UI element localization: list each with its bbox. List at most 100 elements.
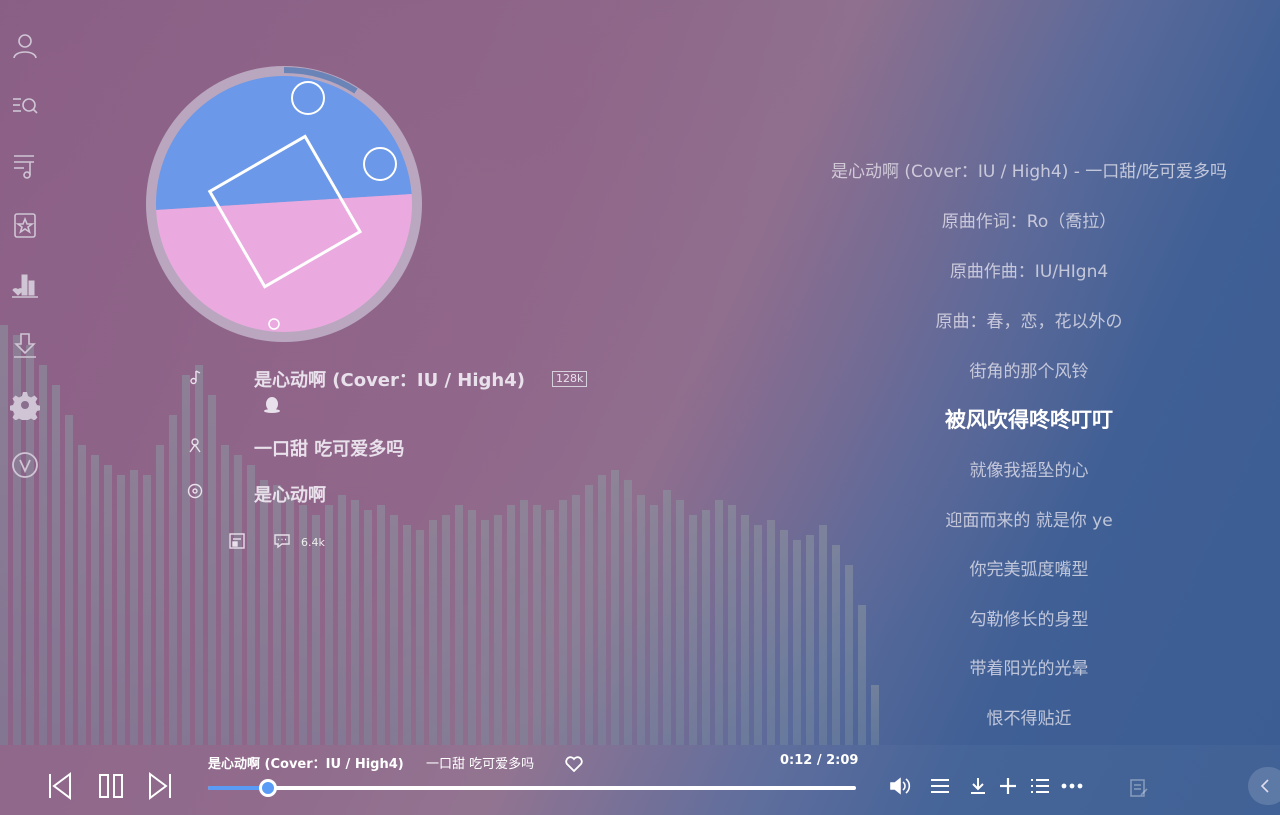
visualizer-bar [533, 505, 541, 745]
search-icon[interactable] [8, 88, 42, 122]
visualizer-bar [65, 415, 73, 745]
download-icon[interactable] [8, 328, 42, 362]
player-bar [0, 745, 1280, 815]
song-title: 是心动啊 (Cover：IU / High4) [254, 370, 525, 391]
lyrics-edit-icon[interactable] [1128, 777, 1150, 799]
vip-icon[interactable] [8, 448, 42, 482]
visualizer-bar [754, 525, 762, 745]
visualizer-bar [494, 515, 502, 745]
heart-icon[interactable] [564, 754, 584, 774]
chart-icon[interactable] [8, 268, 42, 302]
comment-count: 6.4k [301, 536, 325, 549]
lyric-line[interactable]: 勾勒修长的身型 [809, 605, 1249, 630]
cover-image-icon[interactable] [227, 531, 247, 551]
visualizer-bar [650, 505, 658, 745]
visualizer-bar [377, 505, 385, 745]
visualizer-bar [741, 515, 749, 745]
visualizer-bar [52, 385, 60, 745]
lyric-line[interactable]: 带着阳光的光晕 [809, 654, 1249, 679]
visualizer-bar [598, 475, 606, 745]
visualizer-bar [689, 515, 697, 745]
visualizer-bar [767, 520, 775, 745]
visualizer-bar [208, 395, 216, 745]
lyric-line-active[interactable]: 被风吹得咚咚叮叮 [809, 404, 1249, 434]
lyric-line[interactable]: 原曲作曲：IU/HIgn4 [809, 257, 1249, 282]
lyric-line[interactable]: 原曲作词：Ro（喬拉） [809, 207, 1249, 232]
download-song-icon[interactable] [966, 775, 990, 797]
playlist-menu-icon[interactable] [928, 775, 952, 797]
album-cover[interactable] [146, 66, 422, 342]
comment-icon[interactable] [272, 531, 292, 551]
visualizer-bar [247, 465, 255, 745]
album-name[interactable]: 是心动啊 [254, 481, 326, 507]
visualizer-bar [169, 415, 177, 745]
music-note-icon [186, 368, 204, 386]
visualizer-bar [611, 470, 619, 745]
chevron-left-icon [1260, 779, 1269, 793]
lyric-line[interactable]: 原曲：春，恋，花以外の [809, 307, 1249, 332]
now-playing-artist[interactable]: 一口甜 吃可爱多吗 [426, 753, 534, 772]
visualizer-bar [91, 455, 99, 745]
visualizer-bar [273, 485, 281, 745]
settings-icon[interactable] [8, 388, 42, 422]
visualizer-bar [780, 530, 788, 745]
visualizer-bar [221, 445, 229, 745]
artist-name[interactable]: 一口甜 吃可爱多吗 [254, 435, 404, 461]
song-title-row [186, 368, 204, 386]
user-icon[interactable] [8, 28, 42, 62]
visualizer-bar [130, 470, 138, 745]
visualizer-bar [182, 375, 190, 745]
visualizer-bar [104, 465, 112, 745]
visualizer-bar [260, 480, 268, 745]
visualizer-bar [663, 490, 671, 745]
visualizer-bar [468, 510, 476, 745]
visualizer-bar [325, 505, 333, 745]
visualizer-bar [728, 505, 736, 745]
album-disc-icon [186, 482, 204, 500]
progress-bar[interactable] [208, 779, 856, 797]
lyric-line[interactable]: 你完美弧度嘴型 [809, 555, 1249, 580]
lyric-line[interactable]: 迎面而来的 就是你 ye [809, 506, 1249, 531]
album-row [186, 482, 204, 500]
visualizer-bar [234, 455, 242, 745]
more-icon[interactable] [1060, 775, 1084, 797]
visualizer-bar [572, 495, 580, 745]
visualizer-bar [637, 495, 645, 745]
lyric-line[interactable]: 是心动啊 (Cover：IU / High4) - 一口甜/吃可爱多吗 [809, 157, 1249, 182]
visualizer-bar [195, 365, 203, 745]
lyric-line[interactable]: 恨不得贴近 [809, 704, 1249, 729]
visualizer-bar [624, 480, 632, 745]
visualizer-bar [715, 500, 723, 745]
visualizer-bar [507, 505, 515, 745]
visualizer-bar [429, 520, 437, 745]
add-icon[interactable] [996, 775, 1020, 797]
album-art [156, 76, 412, 332]
favorites-icon[interactable] [8, 208, 42, 242]
visualizer-bar [143, 475, 151, 745]
visualizer-bar [442, 515, 450, 745]
next-icon[interactable] [144, 770, 176, 802]
pause-icon[interactable] [95, 770, 127, 802]
singer-icon [186, 436, 204, 454]
visualizer-bar [416, 530, 424, 745]
visualizer-bar [117, 475, 125, 745]
previous-icon[interactable] [44, 770, 76, 802]
visualizer-bar [702, 510, 710, 745]
visualizer-bar [403, 525, 411, 745]
volume-icon[interactable] [888, 775, 912, 797]
visualizer-bar [520, 500, 528, 745]
lyric-line[interactable]: 街角的那个风铃 [809, 357, 1249, 382]
qq-icon[interactable] [262, 396, 282, 414]
queue-icon[interactable] [1028, 775, 1052, 797]
now-playing-title: 是心动啊 (Cover：IU / High4) [208, 757, 404, 772]
lyric-line[interactable]: 就像我摇坠的心 [809, 456, 1249, 481]
artist-row [186, 436, 204, 454]
visualizer-bar [156, 445, 164, 745]
visualizer-bar [559, 500, 567, 745]
visualizer-bar [78, 445, 86, 745]
collapse-panel-button[interactable] [1248, 767, 1280, 805]
visualizer-bar [312, 515, 320, 745]
playlist-icon[interactable] [8, 148, 42, 182]
visualizer-bar [481, 520, 489, 745]
visualizer-bar [585, 485, 593, 745]
